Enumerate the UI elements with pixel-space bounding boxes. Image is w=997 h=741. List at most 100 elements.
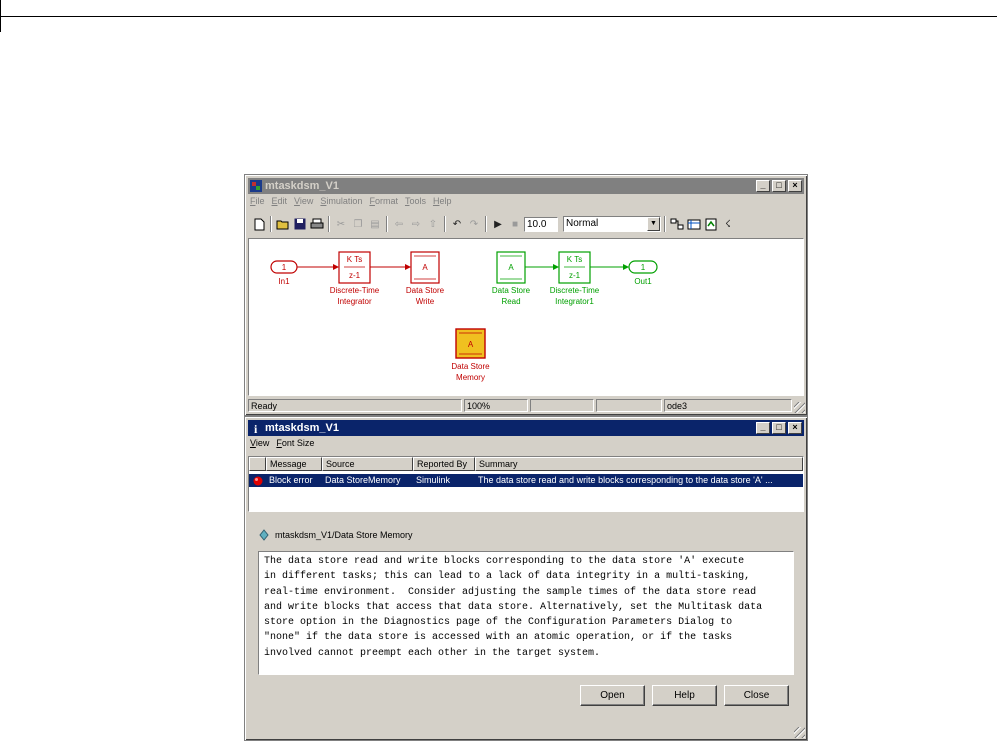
integrator1-label: Discrete-Time bbox=[550, 286, 600, 295]
svg-text:Write: Write bbox=[416, 297, 435, 306]
message-line: and write blocks that access that data s… bbox=[264, 601, 763, 613]
list-header: Message Source Reported By Summary bbox=[249, 457, 803, 471]
menu-format[interactable]: Format bbox=[369, 196, 398, 206]
discrete-integrator-block[interactable]: K Ts z-1 Discrete-Time Integrator bbox=[330, 251, 380, 306]
library-browser-icon[interactable] bbox=[669, 216, 685, 232]
minimize-button[interactable]: _ bbox=[756, 180, 770, 192]
svg-text:K Ts: K Ts bbox=[567, 255, 582, 264]
data-store-memory-block[interactable]: A Data Store Memory bbox=[451, 328, 490, 382]
in1-label: In1 bbox=[278, 277, 290, 286]
svg-text:z-1: z-1 bbox=[349, 271, 361, 280]
menu-edit[interactable]: Edit bbox=[272, 196, 288, 206]
svg-text:Read: Read bbox=[501, 297, 520, 306]
dsr-label: Data Store bbox=[492, 286, 531, 295]
column-message[interactable]: Message bbox=[266, 457, 322, 471]
block-diagram: 1 In1 K Ts z-1 Discrete-Time Integrator … bbox=[270, 251, 658, 382]
column-reported-by[interactable]: Reported By bbox=[413, 457, 475, 471]
svg-text:Integrator1: Integrator1 bbox=[555, 297, 594, 306]
info-icon: i bbox=[254, 422, 258, 434]
open-button[interactable]: Open bbox=[580, 685, 645, 706]
outport-block-out1[interactable]: 1 Out1 bbox=[628, 260, 658, 286]
message-text-area[interactable]: The data store read and write blocks cor… bbox=[258, 551, 794, 675]
model-titlebar[interactable]: mtaskdsm_V1 _ □ × bbox=[248, 178, 804, 194]
menu-font-size[interactable]: Font Size bbox=[276, 438, 314, 448]
svg-text:A: A bbox=[508, 263, 514, 272]
svg-text:i: i bbox=[254, 422, 258, 434]
resize-grip[interactable] bbox=[794, 727, 805, 738]
maximize-button[interactable]: □ bbox=[772, 422, 786, 434]
model-browser-icon[interactable] bbox=[686, 216, 702, 232]
cut-icon[interactable]: ✂ bbox=[333, 216, 349, 232]
message-line: The data store read and write blocks cor… bbox=[264, 556, 745, 567]
simulation-mode-select[interactable]: Normal ▼ bbox=[563, 216, 661, 232]
status-solver: ode3 bbox=[664, 399, 792, 412]
stop-icon[interactable]: ■ bbox=[507, 216, 523, 232]
back-arrow-icon[interactable]: ⇦ bbox=[391, 216, 407, 232]
block-path-link[interactable]: mtaskdsm_V1/Data Store Memory bbox=[275, 530, 413, 540]
inport-block-in1[interactable]: 1 In1 bbox=[270, 260, 298, 286]
close-button[interactable]: Close bbox=[724, 685, 789, 706]
svg-text:1: 1 bbox=[282, 263, 287, 272]
chevron-down-icon[interactable]: ▼ bbox=[647, 217, 660, 231]
menu-simulation[interactable]: Simulation bbox=[320, 196, 362, 206]
status-empty-1 bbox=[530, 399, 594, 412]
resize-grip[interactable] bbox=[794, 402, 805, 413]
data-store-write-block[interactable]: A Data Store Write bbox=[406, 251, 445, 306]
diag-titlebar[interactable]: i mtaskdsm_V1 _ □ × bbox=[248, 420, 804, 436]
copy-icon[interactable]: ❐ bbox=[350, 216, 366, 232]
new-model-icon[interactable] bbox=[251, 216, 267, 232]
svg-text:A: A bbox=[468, 340, 474, 349]
cell-reported-by: Simulink bbox=[416, 475, 451, 485]
print-icon[interactable] bbox=[309, 216, 325, 232]
menu-view[interactable]: View bbox=[250, 438, 269, 448]
play-icon[interactable]: ▶ bbox=[490, 216, 506, 232]
simulation-mode-value: Normal bbox=[566, 218, 599, 229]
toolbar-separator bbox=[664, 216, 666, 232]
help-button[interactable]: Help bbox=[652, 685, 717, 706]
column-icon[interactable] bbox=[249, 457, 266, 471]
menu-file[interactable]: File bbox=[250, 196, 265, 206]
menu-help[interactable]: Help bbox=[433, 196, 452, 206]
out1-label: Out1 bbox=[634, 277, 652, 286]
debug-icon[interactable] bbox=[703, 216, 719, 232]
save-icon[interactable] bbox=[292, 216, 308, 232]
model-toolbar: ✂ ❐ ▤ ⇦ ⇨ ⇧ ↶ ↷ ▶ ■ 10.0 Normal ▼ ☇ bbox=[251, 213, 803, 235]
model-window: mtaskdsm_V1 _ □ × File Edit View Simulat… bbox=[244, 174, 808, 416]
diag-title: mtaskdsm_V1 bbox=[265, 422, 339, 434]
svg-text:K Ts: K Ts bbox=[347, 255, 362, 264]
tool-icon[interactable]: ☇ bbox=[720, 216, 736, 232]
toolbar-separator bbox=[270, 216, 272, 232]
minimize-button[interactable]: _ bbox=[756, 422, 770, 434]
table-row[interactable]: Block error Data StoreMemory Simulink Th… bbox=[249, 474, 803, 487]
redo-icon[interactable]: ↷ bbox=[466, 216, 482, 232]
simulink-icon bbox=[250, 180, 262, 192]
close-window-button[interactable]: × bbox=[788, 180, 802, 192]
error-icon bbox=[249, 474, 266, 487]
diagnostic-viewer-window: i mtaskdsm_V1 _ □ × View Font Size Messa… bbox=[244, 416, 808, 741]
column-summary[interactable]: Summary bbox=[475, 457, 803, 471]
block-diagram-canvas[interactable]: 1 In1 K Ts z-1 Discrete-Time Integrator … bbox=[248, 238, 804, 396]
maximize-button[interactable]: □ bbox=[772, 180, 786, 192]
paste-icon[interactable]: ▤ bbox=[367, 216, 383, 232]
dsm-label: Data Store bbox=[451, 362, 490, 371]
discrete-integrator1-block[interactable]: K Ts z-1 Discrete-Time Integrator1 bbox=[550, 251, 600, 306]
menu-tools[interactable]: Tools bbox=[405, 196, 426, 206]
diag-menubar: View Font Size bbox=[250, 438, 314, 448]
up-arrow-icon[interactable]: ⇧ bbox=[425, 216, 441, 232]
data-store-read-block[interactable]: A Data Store Read bbox=[492, 251, 531, 306]
message-line: store option in the Diagnostics page of … bbox=[264, 617, 733, 629]
open-folder-icon[interactable] bbox=[275, 216, 291, 232]
forward-arrow-icon[interactable]: ⇨ bbox=[408, 216, 424, 232]
toolbar-separator bbox=[386, 216, 388, 232]
cell-source: Data StoreMemory bbox=[325, 475, 401, 485]
column-source[interactable]: Source bbox=[322, 457, 413, 471]
status-zoom: 100% bbox=[464, 399, 528, 412]
close-window-button[interactable]: × bbox=[788, 422, 802, 434]
status-state: Ready bbox=[248, 399, 462, 412]
menu-view[interactable]: View bbox=[294, 196, 313, 206]
stop-time-input[interactable]: 10.0 bbox=[524, 216, 558, 232]
undo-icon[interactable]: ↶ bbox=[449, 216, 465, 232]
block-path: mtaskdsm_V1/Data Store Memory bbox=[259, 529, 413, 541]
cell-summary: The data store read and write blocks cor… bbox=[478, 475, 773, 485]
dsw-label: Data Store bbox=[406, 286, 445, 295]
